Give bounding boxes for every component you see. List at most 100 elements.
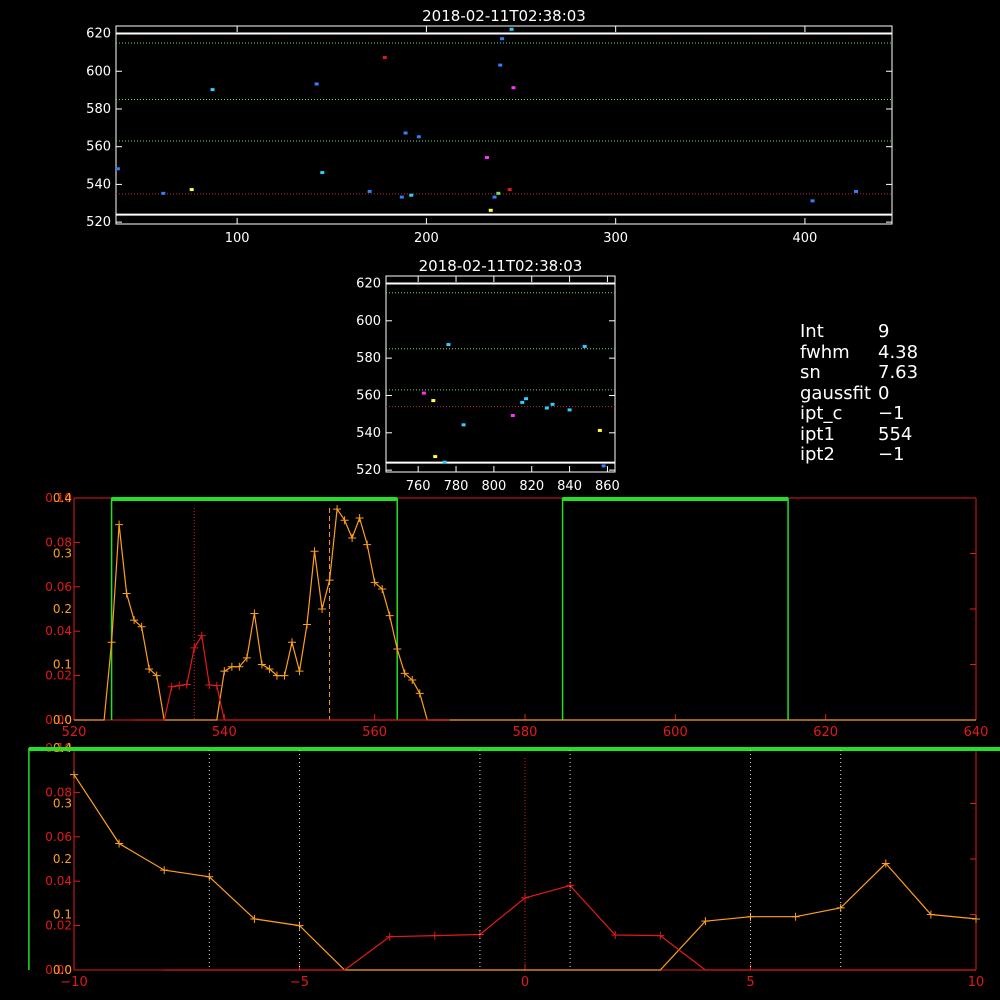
y-tick-label: 620 [86,27,111,42]
info-key: sn [800,362,821,383]
data-point [403,131,408,135]
x-tick-label: 200 [414,231,439,246]
data-point [409,193,414,197]
y-tick-label: 560 [356,388,381,403]
y-tick-label: 520 [86,215,111,230]
y-tick-label: 620 [356,276,381,291]
data-point [115,167,120,171]
data-point [582,344,587,348]
info-key: gaussfit [800,382,872,404]
x-tick-label: 580 [513,725,538,740]
data-point [212,681,221,690]
y-tick-label: 600 [356,314,381,329]
x-tick-label: 640 [964,725,989,740]
data-point [442,460,447,464]
data-point [210,88,215,92]
data-point [250,609,259,618]
y-tick-label: 540 [356,426,381,441]
data-point [544,406,549,410]
data-point [496,191,501,195]
info-value: 7.63 [878,362,919,383]
data-point [318,605,327,613]
data-point [295,667,304,676]
info-value: 554 [878,423,913,445]
x-tick-label: 520 [62,725,87,740]
data-point [854,189,859,193]
data-point [70,770,78,779]
data-point [488,208,493,212]
x-tick-label: 0 [521,975,529,990]
info-row: Int 9 [800,321,918,343]
data-point [446,343,451,347]
data-point [507,188,512,192]
data-point [355,513,364,522]
data-point [393,644,402,653]
data-point [314,82,319,86]
data-point [122,589,131,598]
x-tick-label: 5 [746,975,754,990]
data-point [972,914,980,923]
data-point [287,638,296,647]
x-tick-label: −5 [290,975,309,990]
y-tick-label-right: 0.2 [53,852,72,866]
info-row: sn 7.63 [800,362,919,384]
data-point [303,620,312,629]
info-key: fwhm [800,341,850,363]
line-panel-2: 520 540 560 580 600 620 6400.000.020.040.060.0… [45,491,988,740]
info-row: fwhm 4.38 [800,341,918,364]
y-tick-label: 580 [356,351,381,366]
data-point [115,839,124,848]
x-tick-label: 860 [595,479,620,494]
data-point [399,195,404,199]
data-point [197,631,206,640]
y-tick-label-right: 0.2 [53,602,72,616]
data-point [511,86,516,90]
x-tick-label: 840 [557,479,582,494]
info-key: ipt2 [800,444,835,465]
spectral-plot-figure: 2018-02-11T02:38:03 100 200 300 400 520 540 560… [0,0,1000,1000]
y-tick-label-left: 0.06 [45,580,72,594]
info-key: ipt_c [800,403,843,424]
data-point [550,402,555,406]
data-point [320,171,325,175]
info-key: Int [800,321,824,342]
data-point [430,931,439,940]
data-point [597,428,602,432]
x-tick-label: 780 [444,479,469,494]
figure-canvas: 2018-02-11T02:38:03100 200 300 400520540560… [28,7,1000,990]
fit-info-panel: Int 9 fwhm 4.38 sn 7.63 gaussfit 0 ipt_c −1 ipt1 55… [800,321,919,466]
data-point [421,391,426,395]
x-tick-label: 100 [225,231,250,246]
y-tick-label: 580 [86,102,111,117]
y-tick-label: 560 [86,140,111,155]
x-tick-label: 560 [362,725,387,740]
data-point [510,414,515,417]
data-point [363,540,372,549]
y-tick-label-left: 0.04 [45,624,72,638]
data-point [115,520,124,529]
data-point [498,63,503,67]
data-point [227,662,236,671]
data-point [484,156,489,159]
data-point [520,400,525,404]
data-point [348,533,357,542]
y-tick-label-right: 0.3 [53,547,72,561]
data-point [810,199,815,203]
y-tick-label-left: 0.04 [45,874,72,888]
data-point [509,27,514,31]
data-point [325,576,334,585]
info-value: 9 [878,321,890,342]
y-tick-label: 600 [86,64,111,79]
series-line [134,633,450,721]
data-point [167,682,176,691]
plot-title: 2018-02-11T02:38:03 [422,7,586,25]
data-point [190,643,199,652]
info-value: −1 [878,444,905,465]
plot-title: 2018-02-11T02:38:03 [419,257,583,275]
info-row: ipt2 −1 [800,444,918,466]
data-point [416,135,421,139]
x-tick-label: 10 [968,975,985,990]
x-tick-label: 600 [663,725,688,740]
y-tick-label-right: 0.4 [53,491,72,505]
data-point [433,455,438,459]
